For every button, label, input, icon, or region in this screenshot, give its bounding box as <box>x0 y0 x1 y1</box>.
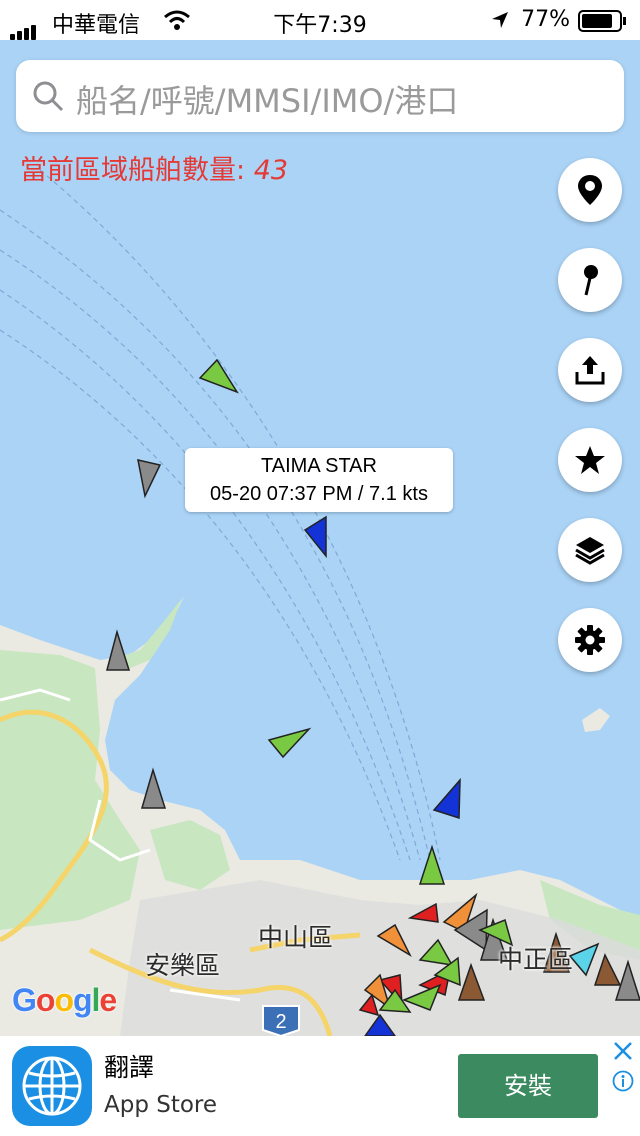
app-icon <box>12 1046 92 1126</box>
road-shield-2: 2 <box>262 1005 300 1038</box>
settings-button[interactable] <box>558 608 622 672</box>
globe-icon <box>22 1056 82 1116</box>
status-bar: 中華電信 下午7:39 77% <box>0 0 640 40</box>
drop-pin-button[interactable] <box>558 248 622 312</box>
ad-banner[interactable]: 翻譯 App Store 安裝 <box>0 1036 640 1136</box>
vessel-count: 當前區域船舶數量: 43 <box>20 148 288 187</box>
google-logo: Google <box>12 982 117 1018</box>
share-icon <box>575 356 605 385</box>
install-button[interactable]: 安裝 <box>458 1054 598 1118</box>
favorites-star-icon <box>575 446 605 474</box>
vessel-count-label: 當前區域船舶數量: <box>20 155 254 186</box>
share-button[interactable] <box>558 338 622 402</box>
drop-pin-icon <box>584 265 598 296</box>
settings-gear-icon <box>575 625 605 655</box>
battery-percent: 77% <box>521 7 570 32</box>
ship-update-info: 05-20 07:37 PM / 7.1 kts <box>210 483 428 505</box>
battery-icon <box>578 10 626 32</box>
svg-text:2: 2 <box>275 1011 286 1033</box>
ad-title: 翻譯 <box>104 1053 155 1082</box>
layers-icon <box>575 537 605 565</box>
place-label-anle: 安樂區 <box>145 951 221 980</box>
search-bar[interactable]: 船名/呼號/MMSI/IMO/港口 <box>16 60 624 132</box>
location-arrow-icon <box>492 12 508 28</box>
search-icon <box>33 81 64 112</box>
my-location-button[interactable] <box>558 158 622 222</box>
close-ad-icon[interactable] <box>612 1040 634 1062</box>
layers-button[interactable] <box>558 518 622 582</box>
search-input[interactable]: 船名/呼號/MMSI/IMO/港口 <box>76 76 458 122</box>
place-label-zhongshan: 中山區 <box>258 923 334 952</box>
ship-info-tooltip[interactable]: TAIMA STAR 05-20 07:37 PM / 7.1 kts <box>185 448 453 512</box>
vessel-count-value: 43 <box>253 155 289 186</box>
ad-subtitle: App Store <box>104 1092 218 1118</box>
ship-name: TAIMA STAR <box>261 455 377 477</box>
my-location-icon <box>578 175 602 205</box>
place-label-zhongzheng: 中正區 <box>498 945 574 974</box>
ad-info-icon[interactable] <box>612 1070 634 1092</box>
favorites-button[interactable] <box>558 428 622 492</box>
